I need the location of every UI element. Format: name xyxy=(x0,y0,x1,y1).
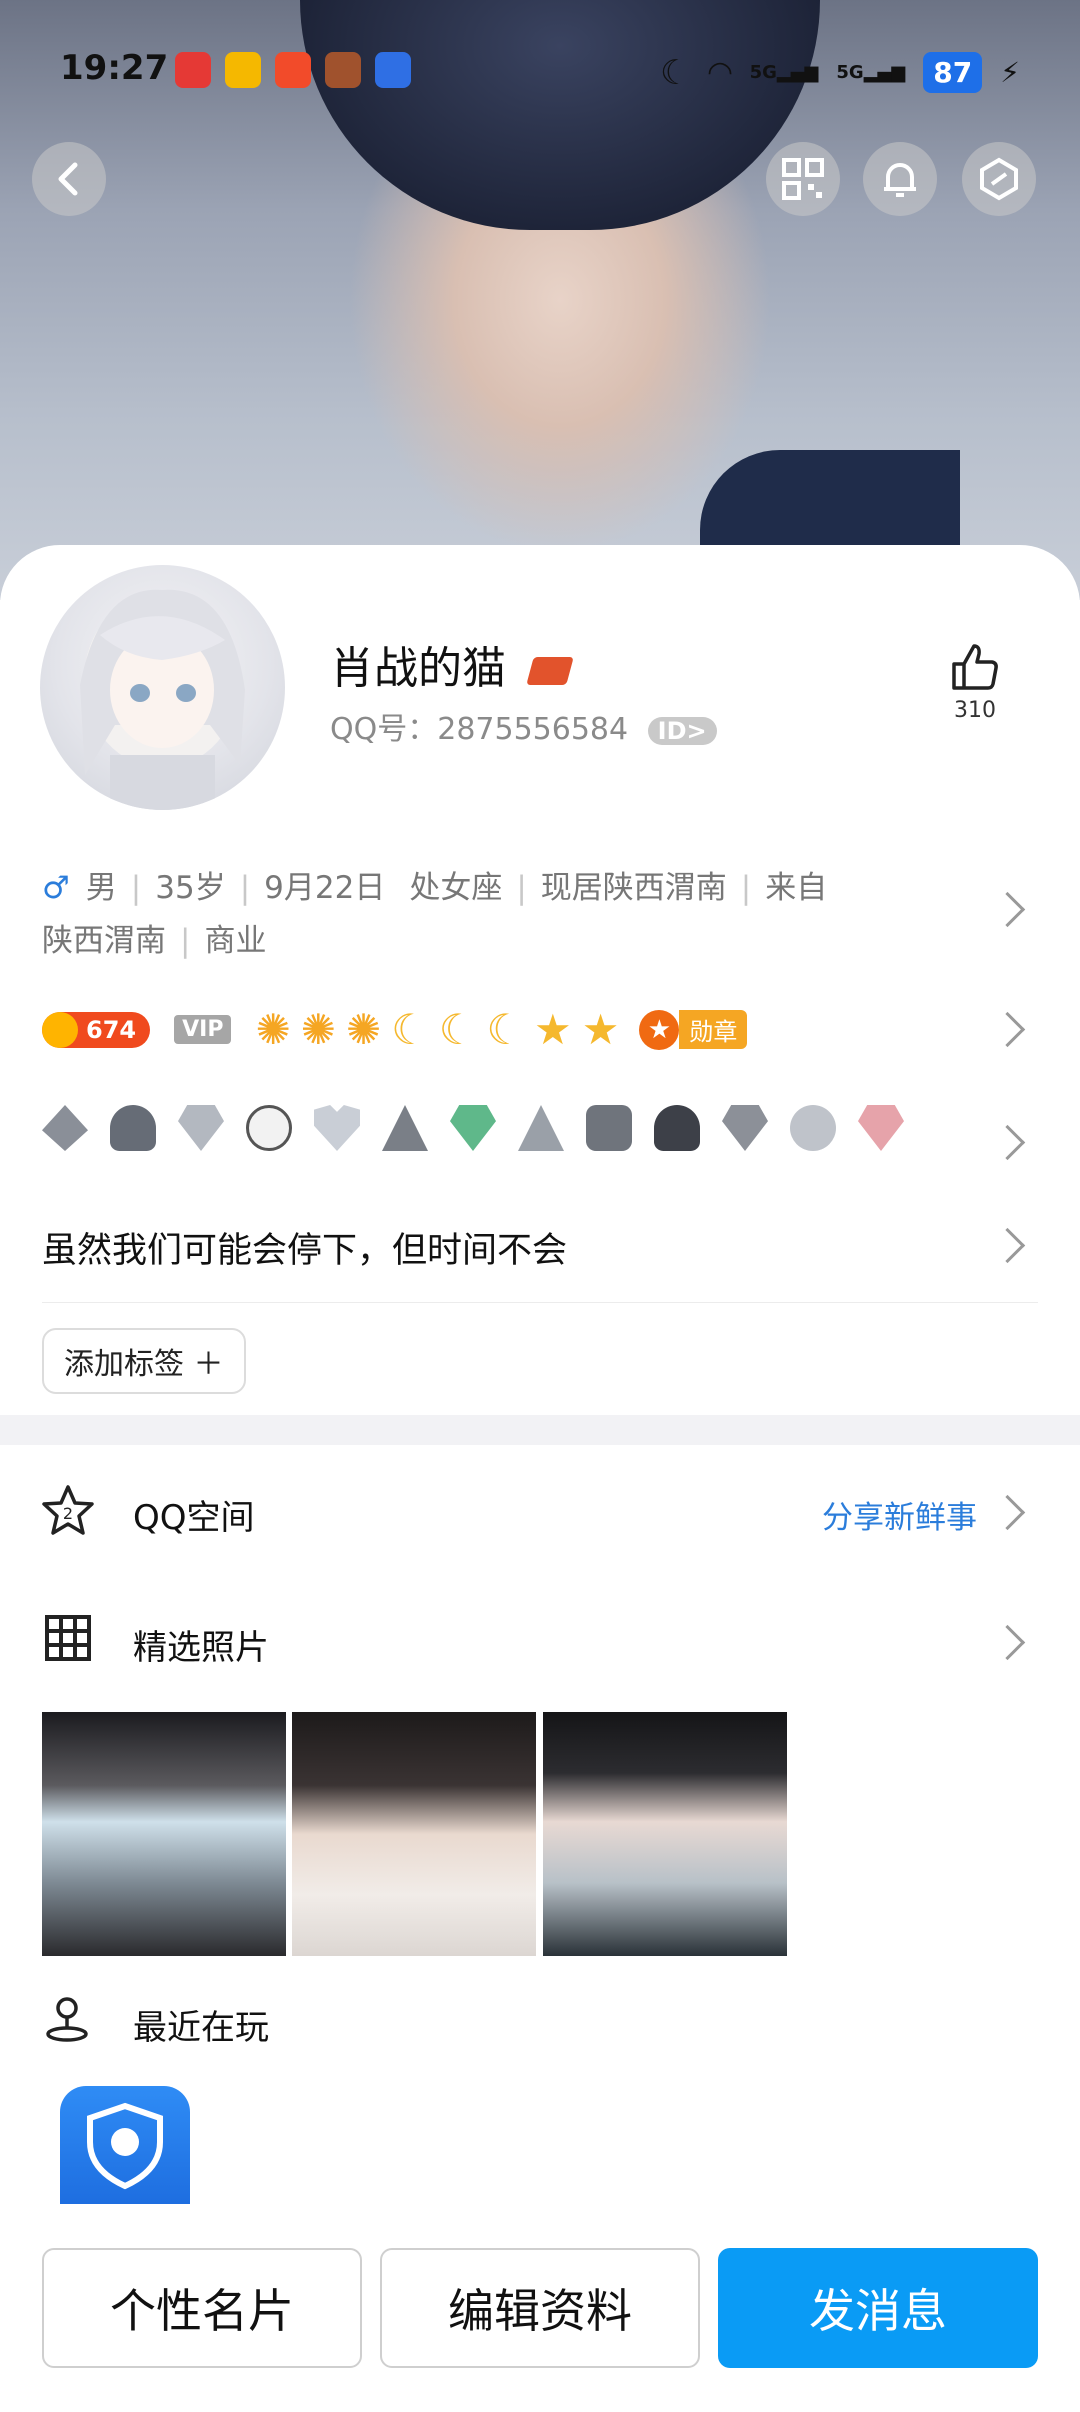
profile-name: 肖战的猫 xyxy=(330,632,574,696)
settings-button[interactable] xyxy=(962,142,1036,216)
sun-level-icon: ✺ xyxy=(345,1005,382,1054)
star-level-icon: ★ xyxy=(534,1005,572,1054)
badge-icon xyxy=(518,1105,564,1151)
section-separator xyxy=(0,1415,1080,1445)
like-button[interactable]: 310 xyxy=(940,640,1010,723)
recent-icon-wrap xyxy=(42,1994,92,2048)
moon-level-icon: ☾ xyxy=(486,1005,525,1054)
avatar[interactable] xyxy=(40,565,285,810)
coin-level-badge: 674 xyxy=(42,1011,151,1048)
signal-icon-2: 5G▂▄▆ xyxy=(836,62,906,83)
badge-icon xyxy=(790,1105,836,1151)
badge-icon xyxy=(586,1105,632,1151)
qzone-title[interactable]: QQ空间 xyxy=(133,1490,255,1539)
recent-title[interactable]: 最近在玩 xyxy=(133,2000,269,2049)
charging-icon: ⚡ xyxy=(1000,56,1020,89)
id-badge[interactable]: ID> xyxy=(647,717,717,745)
brick-badge-icon xyxy=(526,657,574,685)
moon-level-icon: ☾ xyxy=(391,1005,429,1054)
back-button[interactable] xyxy=(32,142,106,216)
photos-title[interactable]: 精选照片 xyxy=(133,1620,269,1669)
sun-level-icon: ✺ xyxy=(300,1005,336,1054)
medal-badge: ★ 勋章 xyxy=(639,1009,748,1050)
anime-avatar-image xyxy=(80,589,245,810)
info-line-2: 陕西渭南 | 商业 xyxy=(42,923,267,959)
personal-card-button[interactable]: 个性名片 xyxy=(42,2248,362,2368)
signal-icon: 5G▂▄▆ xyxy=(749,62,819,83)
featured-photo[interactable] xyxy=(42,1712,286,1956)
like-count: 310 xyxy=(954,698,996,723)
badge-icon xyxy=(314,1105,360,1151)
badge-icon xyxy=(654,1105,700,1151)
moon-icon: ☾ xyxy=(660,52,691,93)
qq-number[interactable]: QQ号：2875556584 ID> xyxy=(330,704,717,748)
battery-icon: 87 xyxy=(923,52,983,93)
cover-hair xyxy=(300,0,820,230)
vip-badge: VIP xyxy=(174,1015,232,1044)
recent-game-app[interactable] xyxy=(60,2086,190,2204)
svg-text:2: 2 xyxy=(63,1504,73,1523)
send-message-button[interactable]: 发消息 xyxy=(718,2248,1038,2368)
sun-level-icon: ✺ xyxy=(255,1005,291,1054)
qzone-row-icon-wrap: 2 xyxy=(40,1483,96,1543)
location-person-icon xyxy=(46,1997,88,2042)
notification-button[interactable] xyxy=(863,142,937,216)
divider xyxy=(42,1302,1038,1303)
notification-icons xyxy=(175,52,411,88)
badge-icon xyxy=(382,1105,428,1151)
featured-photo[interactable] xyxy=(292,1712,536,1956)
app-notification-icon xyxy=(325,52,361,88)
star-badge-icon: 2 xyxy=(42,1485,94,1535)
app-notification-icon xyxy=(375,52,411,88)
thumbs-up-icon xyxy=(952,644,998,690)
status-time: 19:27 xyxy=(60,48,169,88)
moon-level-icon: ☾ xyxy=(438,1005,477,1054)
grid-icon xyxy=(45,1615,91,1661)
app-notification-icon xyxy=(225,52,261,88)
back-icon xyxy=(58,162,78,196)
badge-icon xyxy=(178,1105,224,1151)
star-level-icon: ★ xyxy=(581,1005,620,1054)
app-notification-icon xyxy=(175,52,211,88)
info-line-1: ♂ 男 | 35岁 | 9月22日 处女座 | 现居陕西渭南 | 来自 xyxy=(42,870,828,906)
featured-photo[interactable] xyxy=(543,1712,787,1956)
signature-text[interactable]: 虽然我们可能会停下，但时间不会 xyxy=(42,1222,567,1273)
badge-icon xyxy=(110,1105,156,1151)
edit-profile-button[interactable]: 编辑资料 xyxy=(380,2248,700,2368)
wifi-icon: ◠ xyxy=(708,55,732,90)
gender-icon: ♂ xyxy=(42,870,70,906)
badge-icon xyxy=(42,1105,88,1151)
level-row[interactable]: 674 VIP ✺ ✺ ✺ ☾ ☾ ☾ ★ ★ ★ 勋章 xyxy=(42,1005,748,1054)
badge-icon xyxy=(450,1105,496,1151)
badge-icon xyxy=(722,1105,768,1151)
badges-row[interactable] xyxy=(42,1105,904,1151)
qzone-action[interactable]: 分享新鲜事 xyxy=(822,1492,977,1537)
status-right: ☾ ◠ 5G▂▄▆ 5G▂▄▆ 87 ⚡ xyxy=(660,52,1020,93)
medal-icon: ★ xyxy=(639,1009,680,1050)
app-notification-icon xyxy=(275,52,311,88)
bell-icon xyxy=(884,163,916,197)
hexagon-settings-icon xyxy=(980,157,1018,201)
qr-code-button[interactable] xyxy=(766,142,840,216)
badge-icon xyxy=(858,1105,904,1151)
photos-icon-wrap xyxy=(44,1614,92,1666)
qq-shield-app-icon xyxy=(87,2102,163,2190)
badge-icon xyxy=(246,1105,292,1151)
add-tag-button[interactable]: 添加标签 ＋ xyxy=(42,1328,246,1394)
coin-icon xyxy=(42,1011,78,1048)
qr-code-icon xyxy=(782,158,824,200)
